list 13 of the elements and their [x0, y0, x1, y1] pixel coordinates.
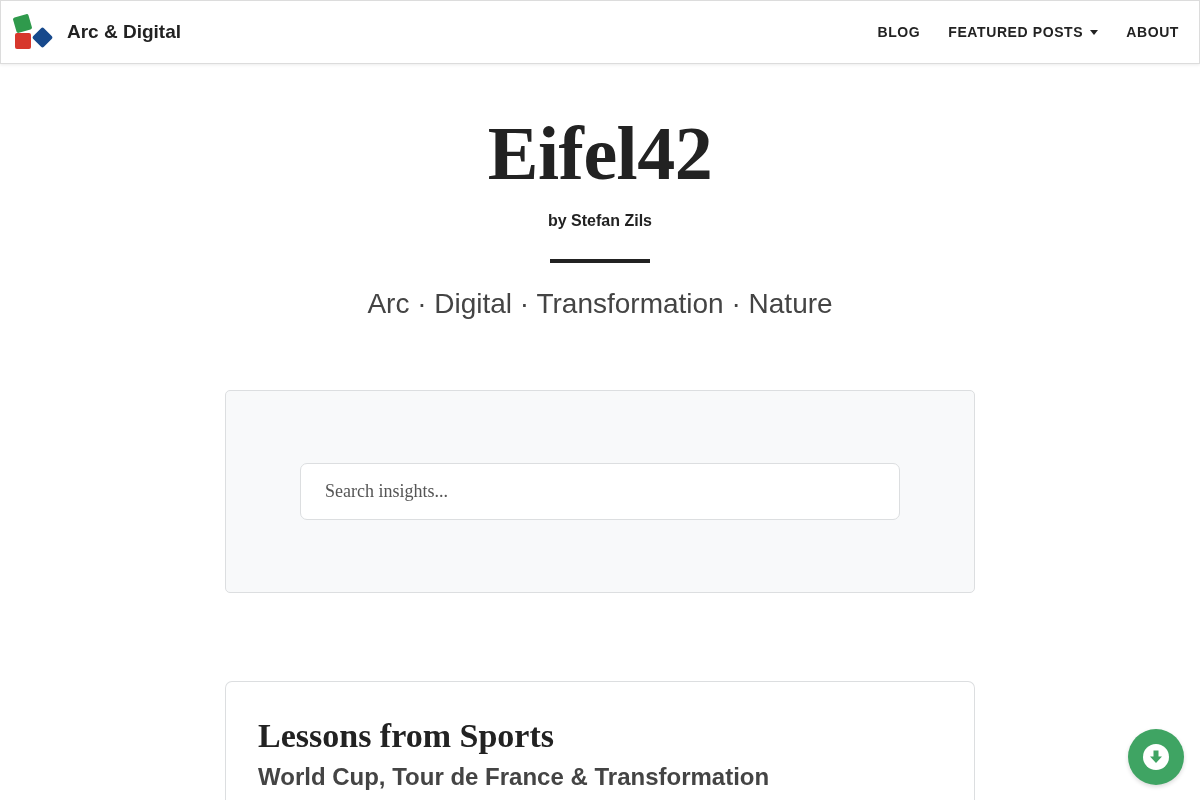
nav-dropdown-link[interactable]: FEATURED POSTS	[948, 24, 1099, 40]
site-name[interactable]: Arc & Digital	[67, 21, 182, 43]
post-subtitle: World Cup, Tour de France & Transformation	[258, 762, 771, 792]
search-field[interactable]: Search insights...	[300, 463, 900, 520]
scroll-down-button[interactable]	[1128, 729, 1184, 785]
nav-link[interactable]: ABOUT	[1126, 24, 1179, 40]
arrow-down-circle-icon	[1143, 744, 1169, 770]
logo-icon[interactable]	[12, 14, 53, 50]
byline: by Stefan Zils	[547, 211, 653, 231]
tagline: Arc · Digital · Transformation · Nature	[366, 287, 834, 321]
site-title: Eifel42	[486, 110, 714, 197]
nav-link[interactable]: BLOG	[877, 24, 921, 40]
post-title[interactable]: Lessons from Sports	[258, 715, 942, 757]
